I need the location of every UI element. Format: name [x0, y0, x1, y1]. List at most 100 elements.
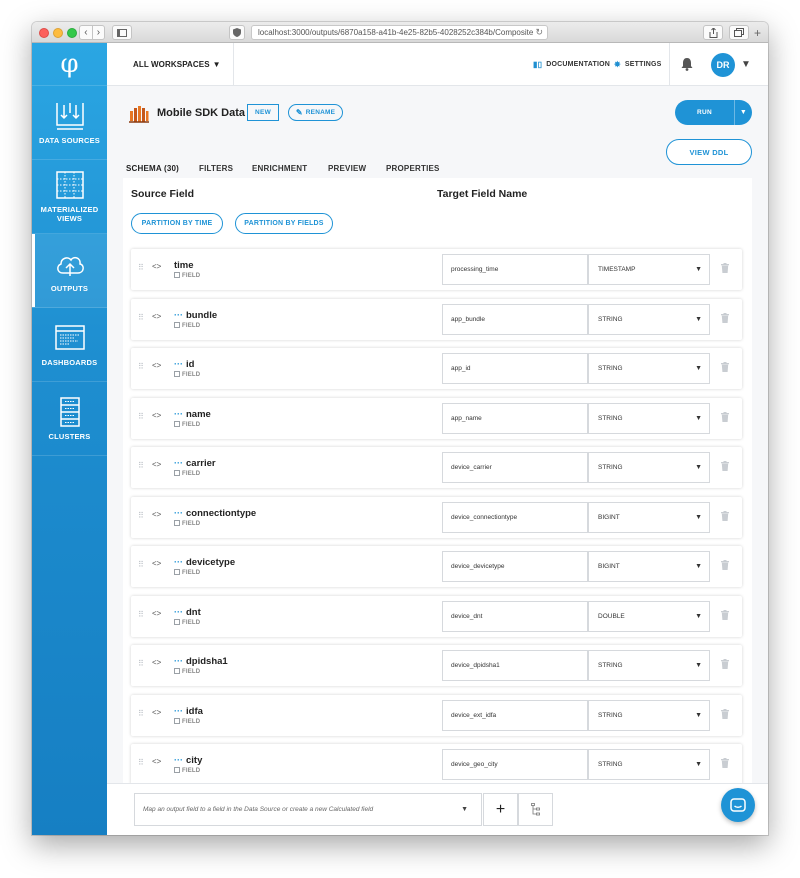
trash-icon[interactable]: [721, 312, 729, 323]
new-tab-button[interactable]: +: [754, 26, 761, 40]
trash-icon[interactable]: [721, 411, 729, 422]
reload-icon[interactable]: ↻: [535, 26, 543, 39]
drag-handle-icon[interactable]: ⠿: [138, 263, 144, 272]
shield-icon[interactable]: [229, 25, 245, 40]
code-brackets-icon[interactable]: <>: [152, 262, 161, 271]
table-row[interactable]: ⠿ <> ··· name FIELD app_name STRING ▼: [131, 397, 742, 439]
target-field-input[interactable]: device_dpidsha1: [442, 650, 588, 681]
code-brackets-icon[interactable]: <>: [152, 510, 161, 519]
sidebar-toggle-button[interactable]: [112, 25, 132, 40]
trash-icon[interactable]: [721, 560, 729, 570]
share-button[interactable]: [703, 25, 723, 40]
drag-handle-icon[interactable]: ⠿: [138, 412, 144, 421]
target-field-input[interactable]: app_id: [442, 353, 588, 384]
code-brackets-icon[interactable]: <>: [152, 312, 161, 321]
target-field-input[interactable]: app_name: [442, 402, 588, 434]
data-type-select[interactable]: STRING ▼: [588, 402, 710, 434]
minimize-window-button[interactable]: [53, 28, 63, 38]
drag-handle-icon[interactable]: ⠿: [138, 758, 144, 767]
drag-handle-icon[interactable]: ⠿: [138, 560, 144, 569]
trash-icon[interactable]: [721, 758, 729, 768]
data-type-select[interactable]: STRING ▼: [588, 699, 710, 731]
run-options-caret-icon[interactable]: ▼: [735, 109, 752, 116]
rename-button[interactable]: ✎ RENAME: [288, 104, 343, 121]
table-row[interactable]: ⠿ <> ··· id FIELD app_id STRING ▼: [131, 348, 742, 389]
avatar[interactable]: DR: [711, 53, 735, 77]
caret-down-icon[interactable]: ▼: [741, 59, 751, 70]
code-brackets-icon[interactable]: <>: [152, 411, 161, 420]
workspace-selector[interactable]: ALL WORKSPACES ▼: [107, 43, 234, 86]
code-brackets-icon[interactable]: <>: [152, 658, 161, 667]
code-brackets-icon[interactable]: <>: [152, 361, 161, 370]
table-row[interactable]: ⠿ <> ··· carrier FIELD device_carrier STRING ▼: [131, 447, 742, 488]
data-type-select[interactable]: STRING ▼: [588, 452, 710, 483]
data-type-select[interactable]: STRING ▼: [588, 650, 710, 681]
app-logo[interactable]: φ: [32, 43, 107, 86]
target-field-input[interactable]: device_geo_city: [442, 749, 588, 780]
code-brackets-icon[interactable]: <>: [152, 757, 161, 766]
target-field-input[interactable]: device_devicetype: [442, 551, 588, 582]
sidebar-item-outputs[interactable]: OUTPUTS: [32, 234, 107, 308]
sidebar-item-clusters[interactable]: CLUSTERS: [32, 382, 107, 456]
drag-handle-icon[interactable]: ⠿: [138, 610, 144, 619]
target-field-input[interactable]: app_bundle: [442, 303, 588, 335]
trash-icon[interactable]: [721, 609, 729, 620]
partition-by-time-button[interactable]: PARTITION BY TIME: [131, 213, 223, 234]
drag-handle-icon[interactable]: ⠿: [138, 659, 144, 668]
sidebar-item-dashboards[interactable]: DASHBOARDS: [32, 308, 107, 382]
target-field-input[interactable]: processing_time: [442, 254, 588, 285]
drag-handle-icon[interactable]: ⠿: [138, 511, 144, 520]
trash-icon[interactable]: [721, 708, 729, 719]
partition-by-fields-button[interactable]: PARTITION BY FIELDS: [235, 213, 333, 234]
target-field-input[interactable]: device_carrier: [442, 452, 588, 483]
trash-icon[interactable]: [721, 510, 729, 521]
table-row[interactable]: ⠿ <> ··· connectiontype FIELD device_connecti…: [131, 496, 742, 538]
code-brackets-icon[interactable]: <>: [152, 559, 161, 568]
back-icon[interactable]: ‹: [80, 26, 92, 39]
tab-overview-button[interactable]: [729, 25, 749, 40]
sidebar-item-materialized-views[interactable]: MATERIALIZED VIEWS: [32, 160, 107, 234]
table-row[interactable]: ⠿ <> ··· idfa FIELD device_ext_idfa STRING ▼: [131, 694, 742, 736]
target-field-input[interactable]: device_connectiontype: [442, 501, 588, 533]
run-button[interactable]: RUN ▼: [675, 100, 752, 125]
documentation-link[interactable]: ▮▯ DOCUMENTATION: [533, 43, 610, 86]
code-brackets-icon[interactable]: <>: [152, 708, 161, 717]
table-row[interactable]: ⠿ <> time FIELD processing_time TIMESTAMP ▼: [131, 249, 742, 290]
table-row[interactable]: ⠿ <> ··· devicetype FIELD device_devicetype BI…: [131, 546, 742, 587]
table-row[interactable]: ⠿ <> ··· dnt FIELD device_dnt DOUBLE ▼: [131, 595, 742, 637]
code-brackets-icon[interactable]: <>: [152, 460, 161, 469]
zoom-window-button[interactable]: [67, 28, 77, 38]
table-row[interactable]: ⠿ <> ··· dpidsha1 FIELD device_dpidsha1 STRING…: [131, 645, 742, 686]
map-field-select[interactable]: Map an output field to a field in the Da…: [134, 793, 482, 826]
address-bar[interactable]: localhost:3000/outputs/6870a158-a41b-4e2…: [251, 25, 548, 40]
drag-handle-icon[interactable]: ⠿: [138, 709, 144, 718]
settings-link[interactable]: ✸ SETTINGS: [614, 43, 662, 86]
chat-button[interactable]: [721, 788, 755, 822]
add-tree-field-button[interactable]: [518, 793, 553, 826]
drag-handle-icon[interactable]: ⠿: [138, 461, 144, 470]
target-field-input[interactable]: device_dnt: [442, 600, 588, 632]
close-window-button[interactable]: [39, 28, 49, 38]
data-type-select[interactable]: STRING ▼: [588, 353, 710, 384]
bell-icon[interactable]: [680, 57, 694, 71]
data-type-select[interactable]: BIGINT ▼: [588, 501, 710, 533]
data-type-select[interactable]: TIMESTAMP ▼: [588, 254, 710, 285]
add-field-button[interactable]: +: [483, 793, 518, 826]
sidebar-item-data-sources[interactable]: DATA SOURCES: [32, 86, 107, 160]
table-row[interactable]: ⠿ <> ··· bundle FIELD app_bundle STRING ▼: [131, 298, 742, 340]
drag-handle-icon[interactable]: ⠿: [138, 362, 144, 371]
trash-icon[interactable]: [721, 461, 729, 471]
forward-icon[interactable]: ›: [91, 26, 104, 39]
trash-icon[interactable]: [721, 263, 729, 273]
trash-icon[interactable]: [721, 659, 729, 669]
data-type-select[interactable]: STRING ▼: [588, 749, 710, 780]
drag-handle-icon[interactable]: ⠿: [138, 313, 144, 322]
trash-icon[interactable]: [721, 362, 729, 372]
data-type-select[interactable]: BIGINT ▼: [588, 551, 710, 582]
table-row[interactable]: ⠿ <> ··· city FIELD device_geo_city STRING ▼: [131, 744, 742, 785]
code-brackets-icon[interactable]: <>: [152, 609, 161, 618]
data-type-select[interactable]: STRING ▼: [588, 303, 710, 335]
target-field-input[interactable]: device_ext_idfa: [442, 699, 588, 731]
data-type-select[interactable]: DOUBLE ▼: [588, 600, 710, 632]
view-ddl-button[interactable]: VIEW DDL: [666, 139, 752, 165]
